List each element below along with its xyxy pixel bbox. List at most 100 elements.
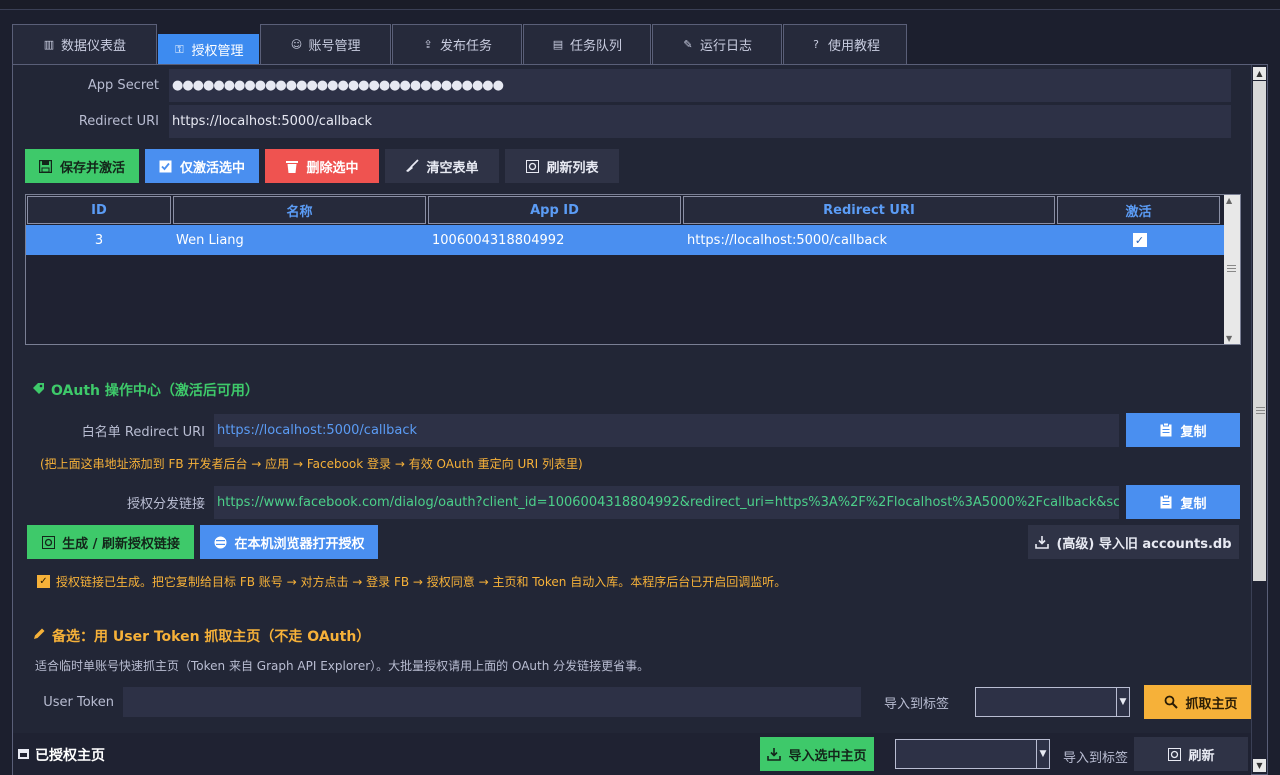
active-checkbox[interactable]: ✓ [1132,233,1147,247]
pencil-icon [32,627,46,645]
search-icon [1164,695,1179,709]
refresh-icon [1167,747,1181,761]
download-icon [1035,535,1050,549]
bar-chart-icon: ▥ [43,38,55,51]
open-browser-label: 在本机浏览器打开授权 [234,536,365,552]
tab-tutorial[interactable]: ? 使用教程 [783,24,907,64]
save-activate-label: 保存并激活 [59,160,125,176]
floppy-icon [39,159,53,173]
oauth-status-text: 授权链接已生成。把它复制给目标 FB 账号 → 对方点击 → 登录 FB → 授… [56,575,787,589]
refresh-icon [41,535,55,549]
trash-icon [285,159,299,173]
authorized-pages-title-text: 已授权主页 [35,748,105,764]
app-actions-toolbar: 保存并激活 仅激活选中 删除选中 清空表单 刷新列表 [25,149,619,183]
import-db-label: (高级) 导入旧 accounts.db [1056,536,1232,552]
authorized-pages-bar: 已授权主页 导入选中主页 ▼ 导入到标签 刷新 [13,733,1251,775]
whitelist-uri-field[interactable]: https://localhost:5000/callback [214,413,1119,447]
copy-label: 复制 [1180,496,1207,512]
top-strip [0,0,1280,10]
table-row[interactable]: 3 Wen Liang 1006004318804992 https://loc… [26,225,1224,255]
fetch-pages-button[interactable]: 抓取主页 [1144,685,1258,719]
generate-link-button[interactable]: 生成 / 刷新授权链接 [27,525,194,559]
user-token-row: User Token 导入到标签 ▼ 抓取主页 [13,685,1258,719]
import-tag-label: 导入到标签 [884,696,950,712]
status-check-icon: ✓ [37,575,50,588]
delete-selected-label: 删除选中 [306,160,359,176]
auth-link-label: 授权分发链接 [126,496,205,512]
clipboard-icon: ▤ [552,38,564,51]
oauth-section-title: OAuth 操作中心（激活后可用） [32,380,259,400]
auth-link-field[interactable]: https://www.facebook.com/dialog/oauth?cl… [214,485,1119,519]
import-accounts-db-button[interactable]: (高级) 导入旧 accounts.db [1028,525,1239,559]
scroll-up-arrow[interactable]: ▲ [1253,67,1266,80]
user-token-input[interactable] [123,687,861,717]
checkbox-icon [159,159,173,173]
broom-icon [405,159,420,173]
tab-label: 发布任务 [439,39,492,54]
copy-whitelist-button[interactable]: 复制 [1126,413,1240,447]
token-section-title: 备选：用 User Token 抓取主页（不走 OAuth） [32,626,370,646]
copy-link-button[interactable]: 复制 [1126,485,1240,519]
globe-icon [213,535,227,549]
key-icon: ⚿ [175,42,184,56]
save-activate-button[interactable]: 保存并激活 [25,149,139,183]
log-icon: ✎ [683,38,693,51]
scroll-up-arrow[interactable]: ▲ [1226,196,1232,205]
tab-dashboard[interactable]: ▥ 数据仪表盘 [12,24,157,64]
scrollbar-thumb[interactable] [1253,81,1266,581]
whitelist-note: (把上面这串地址添加到 FB 开发者后台 → 应用 → Facebook 登录 … [40,457,583,471]
scroll-down-arrow[interactable]: ▼ [1253,759,1266,772]
cell-redirect-uri: https://localhost:5000/callback [687,232,888,248]
authorized-pages-title: 已授权主页 [18,745,105,765]
clipboard-icon [1159,495,1173,509]
redirect-uri-input[interactable]: https://localhost:5000/callback [169,105,1231,138]
main-tabs: ▥ 数据仪表盘 ⚿ 授权管理 ☺ 账号管理 ⇪ 发布任务 ▤ 任务队列 ✎ 运行… [12,22,908,64]
cell-id: 3 [94,232,104,248]
panel-scrollbar[interactable]: ▲ ▼ [1251,65,1267,774]
chevron-down-icon[interactable]: ▼ [1036,739,1050,769]
tab-run-log[interactable]: ✎ 运行日志 [652,24,782,64]
app-secret-input[interactable]: ●●●●●●●●●●●●●●●●●●●●●●●●●●●●●●●● [169,69,1231,102]
table-scrollbar[interactable]: ▲ ▼ [1224,195,1240,344]
help-icon: ? [813,38,819,51]
redirect-uri-row: Redirect URI https://localhost:5000/call… [13,105,1231,138]
tab-task-queue[interactable]: ▤ 任务队列 [523,24,651,64]
header-app-id[interactable]: App ID [428,196,681,224]
clear-form-button[interactable]: 清空表单 [385,149,499,183]
refresh-icon [525,159,539,173]
token-title-text: 备选：用 User Token 抓取主页（不走 OAuth） [52,629,371,645]
scroll-down-arrow[interactable]: ▼ [1226,334,1232,343]
import-selected-pages-button[interactable]: 导入选中主页 [760,737,874,771]
tab-account-management[interactable]: ☺ 账号管理 [260,24,391,64]
tab-publish-task[interactable]: ⇪ 发布任务 [392,24,522,64]
import-selected-label: 导入选中主页 [788,748,867,764]
pages-tag-label: 导入到标签 [1063,751,1129,766]
users-icon: ☺ [290,38,303,51]
pages-tag-select[interactable]: ▼ [895,739,1050,769]
token-description: 适合临时单账号快速抓主页（Token 来自 Graph API Explorer… [35,659,650,673]
copy-label: 复制 [1180,424,1207,440]
clipboard-icon [1159,423,1173,437]
import-tag-select[interactable]: ▼ [975,687,1130,717]
oauth-status-row: ✓ 授权链接已生成。把它复制给目标 FB 账号 → 对方点击 → 登录 FB →… [37,573,786,590]
open-browser-button[interactable]: 在本机浏览器打开授权 [200,525,378,559]
tab-label: 使用教程 [827,39,880,54]
generate-link-label: 生成 / 刷新授权链接 [62,536,180,552]
fetch-pages-label: 抓取主页 [1185,696,1238,712]
header-redirect-uri[interactable]: Redirect URI [683,196,1055,224]
refresh-pages-button[interactable]: 刷新 [1134,737,1248,771]
tab-label: 授权管理 [191,44,244,59]
refresh-list-button[interactable]: 刷新列表 [505,149,619,183]
tab-label: 数据仪表盘 [60,39,126,54]
tab-label: 运行日志 [699,39,752,54]
activate-selected-button[interactable]: 仅激活选中 [145,149,259,183]
delete-selected-button[interactable]: 删除选中 [265,149,379,183]
chevron-down-icon[interactable]: ▼ [1116,687,1130,717]
app-secret-row: App Secret ●●●●●●●●●●●●●●●●●●●●●●●●●●●●●… [13,69,1231,102]
app-secret-label: App Secret [87,78,159,93]
tab-auth-management[interactable]: ⚿ 授权管理 [158,34,259,64]
redirect-uri-label: Redirect URI [78,114,159,129]
header-active[interactable]: 激活 [1057,196,1220,224]
header-name[interactable]: 名称 [173,196,426,224]
header-id[interactable]: ID [27,196,171,224]
